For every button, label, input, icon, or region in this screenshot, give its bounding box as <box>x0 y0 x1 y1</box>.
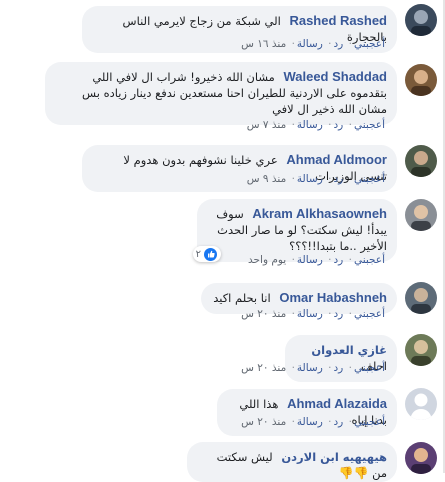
message-link[interactable]: رسالة <box>297 362 323 374</box>
comment-bubble: هيهيهيه ابن الاردن ليش سكتت من 👎👎 <box>187 442 397 482</box>
like-link[interactable]: أعجبني <box>354 173 385 185</box>
comment-author[interactable]: Omar Habashneh <box>279 290 387 305</box>
comment-bubble: Akram Alkhasaowneh سوف يبدأ! ليش سكتت؟ ل… <box>197 199 397 262</box>
like-reaction-icon <box>204 247 217 261</box>
comment-actions: أعجبني· رد· رسالة· منذ ٢٠ س <box>241 416 385 428</box>
message-link[interactable]: رسالة <box>297 173 323 185</box>
comment: Akram Alkhasaowneh سوف يبدأ! ليش سكتت؟ ل… <box>7 196 437 272</box>
reply-link[interactable]: رد <box>334 173 344 185</box>
comment-author[interactable]: Akram Alkhasaowneh <box>252 206 387 221</box>
comment-time[interactable]: يوم واحد <box>248 254 286 266</box>
comment-author[interactable]: هيهيهيه ابن الاردن <box>281 450 387 464</box>
comment-time[interactable]: منذ ٢٠ س <box>241 308 286 320</box>
reply-link[interactable]: رد <box>334 254 344 266</box>
avatar[interactable] <box>405 145 437 177</box>
message-link[interactable]: رسالة <box>297 308 323 320</box>
comment-actions: أعجبني· رد· رسالة· منذ ٢٠ س <box>241 308 385 320</box>
reply-link[interactable]: رد <box>334 362 344 374</box>
avatar[interactable] <box>405 199 437 231</box>
comment: هيهيهيه ابن الاردن ليش سكتت من 👎👎 <box>7 438 437 482</box>
message-link[interactable]: رسالة <box>297 119 323 131</box>
comments-thread: Rashed Rashed الي شبكة من زجاج لايرمي ال… <box>0 0 445 482</box>
comment-time[interactable]: منذ ٢٠ س <box>241 362 286 374</box>
reply-link[interactable]: رد <box>334 119 344 131</box>
comment: Rashed Rashed الي شبكة من زجاج لايرمي ال… <box>7 2 437 53</box>
like-link[interactable]: أعجبني <box>354 38 385 50</box>
like-link[interactable]: أعجبني <box>354 119 385 131</box>
comment: Ahmad Alazaida هذا اللي بدنا إياه أعجبني… <box>7 386 437 436</box>
message-link[interactable]: رسالة <box>297 416 323 428</box>
avatar[interactable] <box>405 388 437 420</box>
comment-bubble: Waleed Shaddad مشان الله ذخيرو! شراب ال … <box>45 62 397 125</box>
avatar[interactable] <box>405 64 437 96</box>
reply-link[interactable]: رد <box>334 38 344 50</box>
comment-time[interactable]: منذ ٧ س <box>247 119 286 131</box>
comment-text: انا بحلم اكيد <box>213 291 271 305</box>
message-link[interactable]: رسالة <box>297 254 323 266</box>
message-link[interactable]: رسالة <box>297 38 323 50</box>
comment-actions: أعجبني· رد· رسالة· منذ ٧ س <box>246 119 385 131</box>
comment: Ahmad Aldmoor عري خلينا نشوفهم بدون هدوم… <box>7 142 437 192</box>
comment-author[interactable]: Ahmad Aldmoor <box>286 152 387 167</box>
avatar[interactable] <box>405 4 437 36</box>
like-link[interactable]: أعجبني <box>354 362 385 374</box>
like-link[interactable]: أعجبني <box>354 416 385 428</box>
comment-time[interactable]: منذ ٩ س <box>247 173 286 185</box>
comment-author[interactable]: Ahmad Alazaida <box>287 396 387 411</box>
avatar[interactable] <box>405 282 437 314</box>
reaction-count[interactable]: ٢ <box>192 246 221 262</box>
comment-author[interactable]: غازي العدوان <box>311 343 387 357</box>
reply-link[interactable]: رد <box>334 308 344 320</box>
comment-bubble: Ahmad Alazaida هذا اللي بدنا إياه <box>217 389 397 436</box>
comment-actions: أعجبني· رد· رسالة· منذ ٢٠ س <box>241 362 385 374</box>
comment-author[interactable]: Rashed Rashed <box>289 13 387 28</box>
comment-actions: أعجبني· رد· رسالة· منذ ٩ س <box>246 173 385 185</box>
like-link[interactable]: أعجبني <box>354 308 385 320</box>
comment: Waleed Shaddad مشان الله ذخيرو! شراب ال … <box>7 58 437 138</box>
like-link[interactable]: أعجبني <box>354 254 385 266</box>
comment-time[interactable]: منذ ١٦ س <box>241 38 286 50</box>
comment-actions: أعجبني· رد· رسالة· يوم واحد <box>248 254 385 266</box>
comment: Omar Habashneh انا بحلم اكيد أعجبني· رد·… <box>7 280 437 324</box>
thumbs-down-icon: 👎👎 <box>338 466 369 480</box>
reply-link[interactable]: رد <box>334 416 344 428</box>
avatar[interactable] <box>405 442 437 474</box>
comment-author[interactable]: Waleed Shaddad <box>283 69 387 84</box>
comment-time[interactable]: منذ ٢٠ س <box>241 416 286 428</box>
comment: غازي العدوان احلف أعجبني· رد· رسالة· منذ… <box>7 332 437 382</box>
avatar[interactable] <box>405 334 437 366</box>
comment-bubble: غازي العدوان احلف <box>285 335 397 382</box>
comment-actions: أعجبني· رد· رسالة· منذ ١٦ س <box>241 38 385 50</box>
